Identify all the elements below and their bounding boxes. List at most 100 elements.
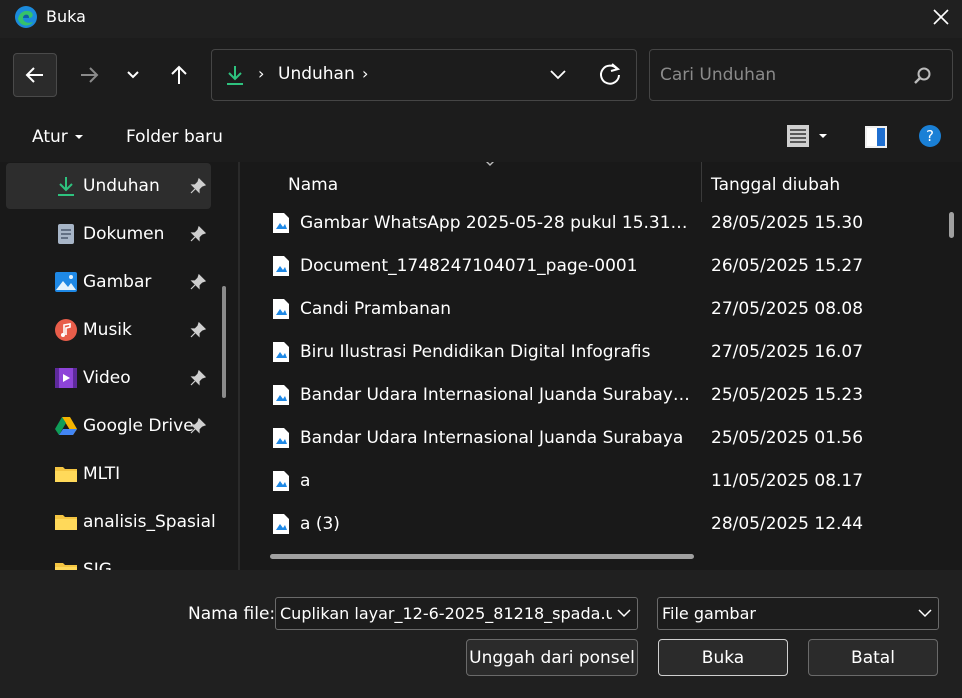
sidebar-item-musik[interactable]: Musik [6,307,211,353]
folder-icon [55,563,77,570]
search-icon [914,67,931,84]
file-name: Bandar Udara Internasional Juanda Suraba… [300,385,692,405]
filename-label: Nama file: [188,604,276,624]
breadcrumb-chevron-icon[interactable]: › [258,64,264,83]
file-date: 11/05/2025 08.17 [711,471,864,491]
file-date: 28/05/2025 12.44 [711,514,864,534]
sidebar-item-sig[interactable]: SIG [6,547,211,570]
sidebar-item-label: Musik [83,320,132,340]
pin-icon[interactable] [190,274,206,290]
navigation-pane: Unduhan Dokumen Gambar Musik Video Googl… [0,162,240,570]
chevron-down-icon [127,71,139,79]
sidebar-item-label: SIG [83,560,112,570]
sidebar-item-analisis-spasial[interactable]: analisis_Spasial [6,499,216,545]
sort-chevron-icon [486,162,494,166]
pin-icon[interactable] [190,178,206,194]
chevron-down-icon [918,609,932,618]
edge-icon [15,6,37,28]
file-name: Gambar WhatsApp 2025-05-28 pukul 15.31.4… [300,213,692,233]
image-file-icon [273,299,289,319]
file-row[interactable]: Bandar Udara Internasional Juanda Suraba… [260,374,940,417]
sidebar-item-dokumen[interactable]: Dokumen [6,211,211,257]
image-file-icon [273,514,289,534]
view-options-button[interactable] [786,124,828,148]
pin-icon[interactable] [190,370,206,386]
search-input[interactable]: Cari Unduhan [649,49,953,101]
sidebar-item-google-drive[interactable]: Google Drive [6,403,211,449]
upload-from-phone-button[interactable]: Unggah dari ponsel [466,639,638,676]
file-name: Document_1748247104071_page-0001 [300,256,638,276]
filename-input[interactable]: Cuplikan layar_12-6-2025_81218_spada.upi… [275,597,638,630]
sidebar-item-gambar[interactable]: Gambar [6,259,211,305]
chevron-down-icon[interactable] [616,605,632,621]
help-icon[interactable]: ? [918,124,942,148]
chevron-down-icon[interactable] [548,64,568,84]
close-icon [933,9,949,25]
new-folder-button[interactable]: Folder baru [126,127,223,147]
sidebar-item-unduhan[interactable]: Unduhan [6,163,211,209]
caret-down-icon [819,134,827,138]
file-name: Bandar Udara Internasional Juanda Suraba… [300,428,684,448]
search-placeholder: Cari Unduhan [660,65,777,85]
column-header-name[interactable]: Nama [288,175,338,195]
pin-icon[interactable] [190,226,206,242]
file-row[interactable]: Biru Ilustrasi Pendidikan Digital Infogr… [260,331,940,374]
image-file-icon [273,342,289,362]
breadcrumb-chevron-icon[interactable]: › [362,64,368,83]
pin-icon[interactable] [190,418,206,434]
folder-icon [55,467,77,482]
file-row[interactable]: Bandar Udara Internasional Juanda Suraba… [260,417,940,460]
sidebar-item-label: Video [83,368,131,388]
file-row[interactable]: Candi Prambanan 27/05/2025 08.08 [260,288,940,331]
file-row[interactable]: a (3) 28/05/2025 12.44 [260,503,940,546]
organize-label: Atur [32,127,68,147]
list-view-icon [787,125,809,147]
sidebar-item-label: Google Drive [83,416,194,436]
vertical-scrollbar[interactable] [949,212,954,238]
folder-icon [55,515,77,530]
navigation-bar: › Unduhan › Cari Unduhan [0,38,962,112]
open-button[interactable]: Buka [658,639,788,676]
document-icon [58,224,74,244]
filetype-select[interactable]: File gambar [657,597,939,630]
organize-button[interactable]: Atur [32,127,84,147]
file-date: 27/05/2025 08.08 [711,299,864,319]
column-header-date[interactable]: Tanggal diubah [711,175,840,195]
image-file-icon [273,213,289,233]
sidebar-item-mlti[interactable]: MLTI [6,451,211,497]
sidebar-item-label: Gambar [83,272,152,292]
recent-locations-button[interactable] [118,56,148,94]
arrow-right-icon [81,67,99,83]
preview-pane-icon[interactable] [864,125,888,149]
sidebar-item-video[interactable]: Video [6,355,211,401]
svg-text:?: ? [926,127,934,145]
filename-value: Cuplikan layar_12-6-2025_81218_spada.upi… [280,604,612,623]
back-button[interactable] [13,53,57,97]
file-row[interactable]: Gambar WhatsApp 2025-05-28 pukul 15.31.4… [260,202,940,245]
filetype-value: File gambar [662,604,756,623]
sidebar-scrollbar[interactable] [222,286,226,398]
file-row[interactable]: a 11/05/2025 08.17 [260,460,940,503]
title-bar: Buka [0,0,962,38]
image-file-icon [273,256,289,276]
image-file-icon [273,385,289,405]
breadcrumb-current[interactable]: Unduhan [278,64,355,84]
refresh-icon[interactable] [597,61,623,87]
file-row[interactable]: Document_1748247104071_page-0001 26/05/2… [260,245,940,288]
image-file-icon [273,428,289,448]
pin-icon[interactable] [190,322,206,338]
file-name: a (3) [300,514,340,534]
file-date: 25/05/2025 01.56 [711,428,864,448]
sidebar-item-label: Unduhan [83,176,160,196]
column-separator[interactable] [701,162,702,202]
up-button[interactable] [160,56,198,94]
close-button[interactable] [922,0,960,34]
caret-down-icon [74,135,83,139]
forward-button[interactable] [70,56,108,94]
cancel-button[interactable]: Batal [808,639,938,676]
arrow-up-icon [171,65,187,84]
address-bar[interactable]: › Unduhan › [211,49,637,101]
image-file-icon [273,471,289,491]
file-date: 25/05/2025 15.23 [711,385,864,405]
horizontal-scrollbar[interactable] [270,554,694,559]
